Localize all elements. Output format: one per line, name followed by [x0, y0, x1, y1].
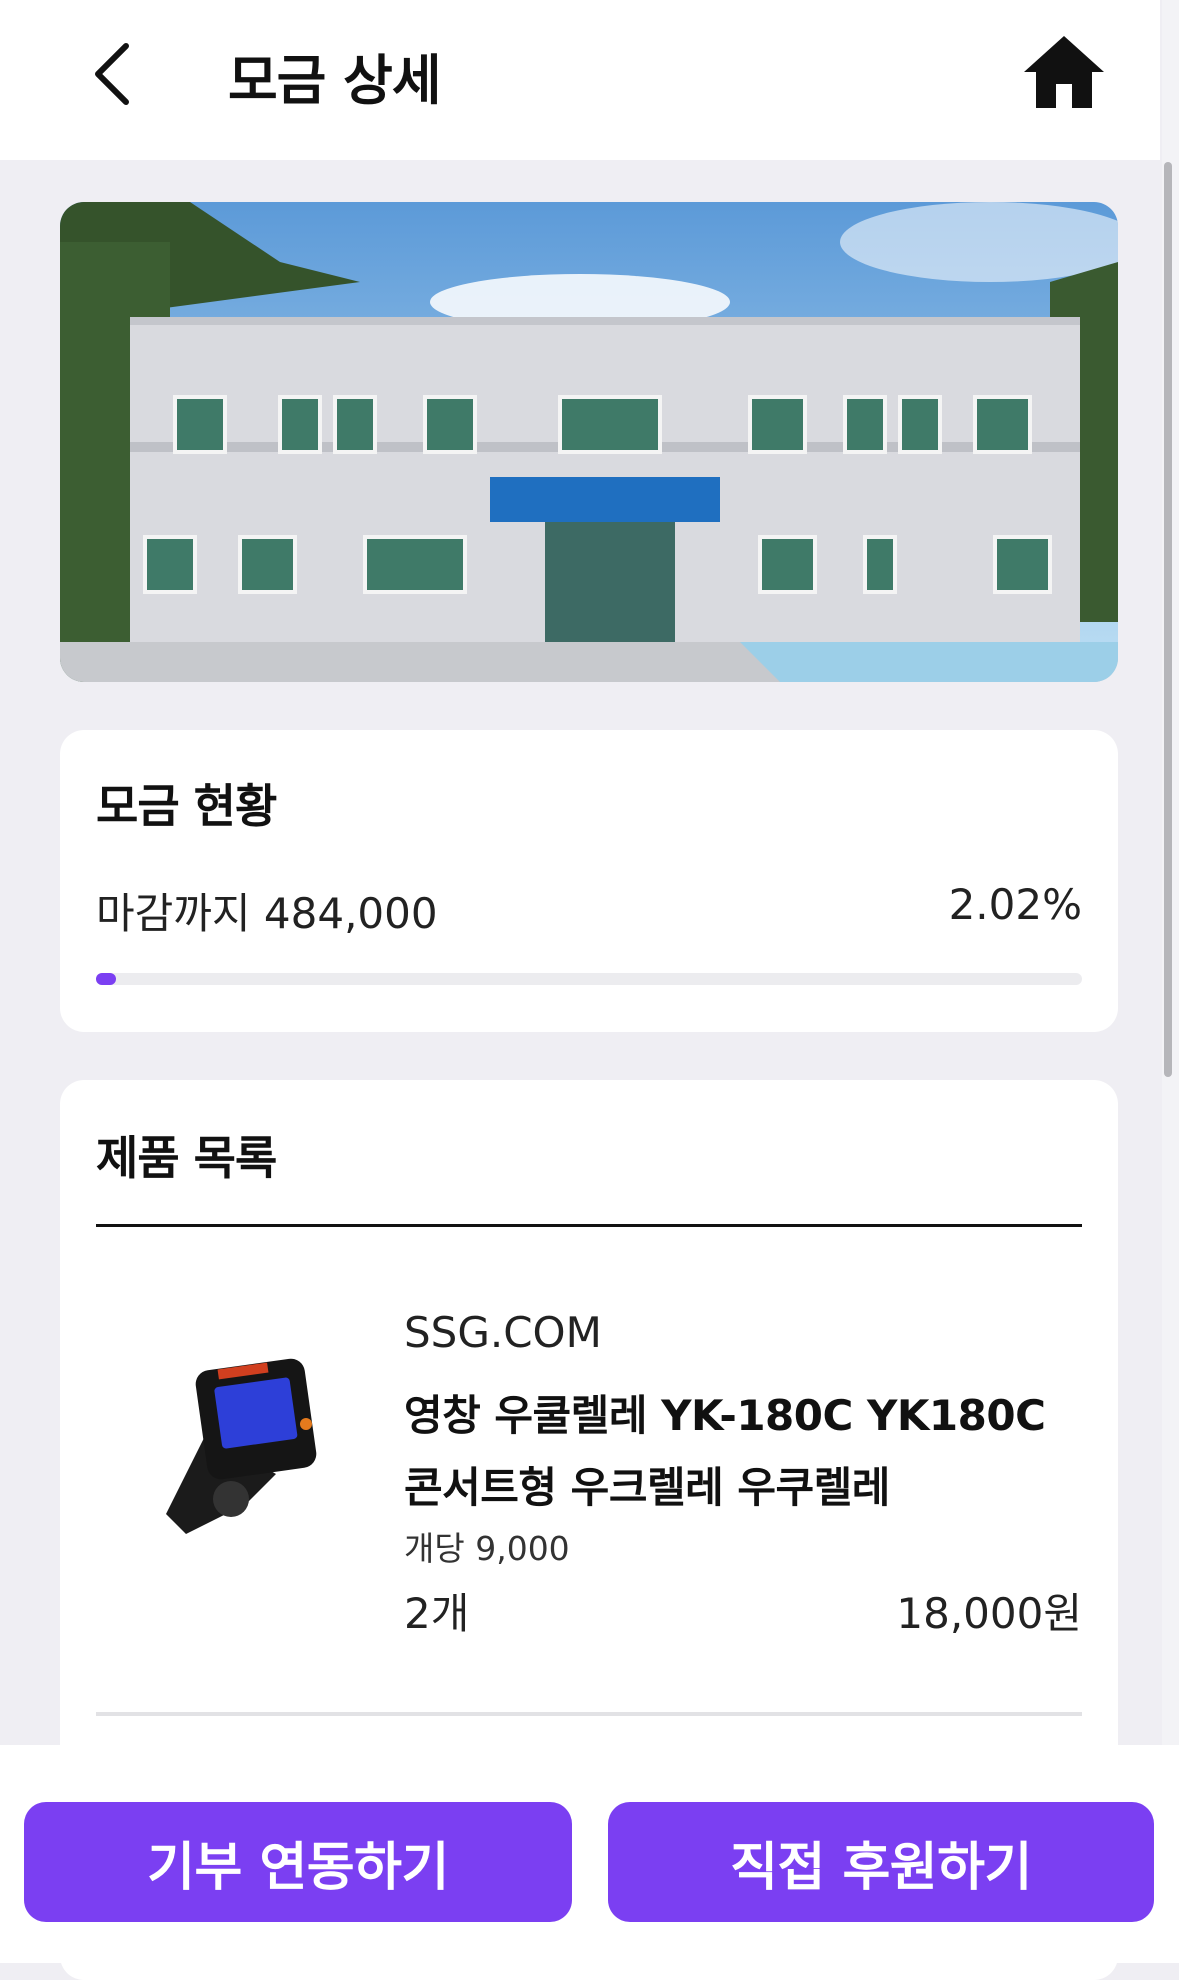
- remaining-amount: 마감까지 484,000: [96, 889, 438, 938]
- products-title: 제품 목록: [96, 1131, 277, 1185]
- chevron-left-icon: [95, 43, 129, 105]
- progress-fill: [96, 973, 116, 985]
- product-unit-price: 개당 9,000: [404, 1529, 570, 1568]
- progress-percent: 2.02%: [948, 880, 1082, 929]
- bottom-action-bar: 기부 연동하기 직접 후원하기: [0, 1745, 1179, 1963]
- home-icon: [1024, 36, 1104, 108]
- header-bar: 모금 상세: [0, 0, 1160, 160]
- item-divider: [96, 1712, 1082, 1716]
- donate-link-button[interactable]: 기부 연동하기: [24, 1802, 572, 1922]
- progress-bar: [96, 973, 1082, 985]
- direct-support-button[interactable]: 직접 후원하기: [608, 1802, 1154, 1922]
- page-title: 모금 상세: [228, 49, 442, 112]
- fundraising-status-card: 모금 현황 마감까지 484,000 2.02%: [60, 730, 1118, 1032]
- product-quantity: 2개: [404, 1589, 470, 1638]
- status-title: 모금 현황: [96, 779, 277, 833]
- product-total: 18,000원: [896, 1589, 1082, 1638]
- scrollbar-thumb[interactable]: [1164, 162, 1172, 1077]
- product-thumbnail: [146, 1354, 346, 1554]
- hero-image: [60, 202, 1118, 682]
- back-button[interactable]: [82, 38, 152, 108]
- product-shop: SSG.COM: [404, 1308, 602, 1357]
- section-divider: [96, 1224, 1082, 1227]
- home-button[interactable]: [1022, 32, 1106, 112]
- product-name: 영창 우쿨렐레 YK-180C YK180C 콘서트형 우크렐레 우쿠렐레: [404, 1391, 1046, 1512]
